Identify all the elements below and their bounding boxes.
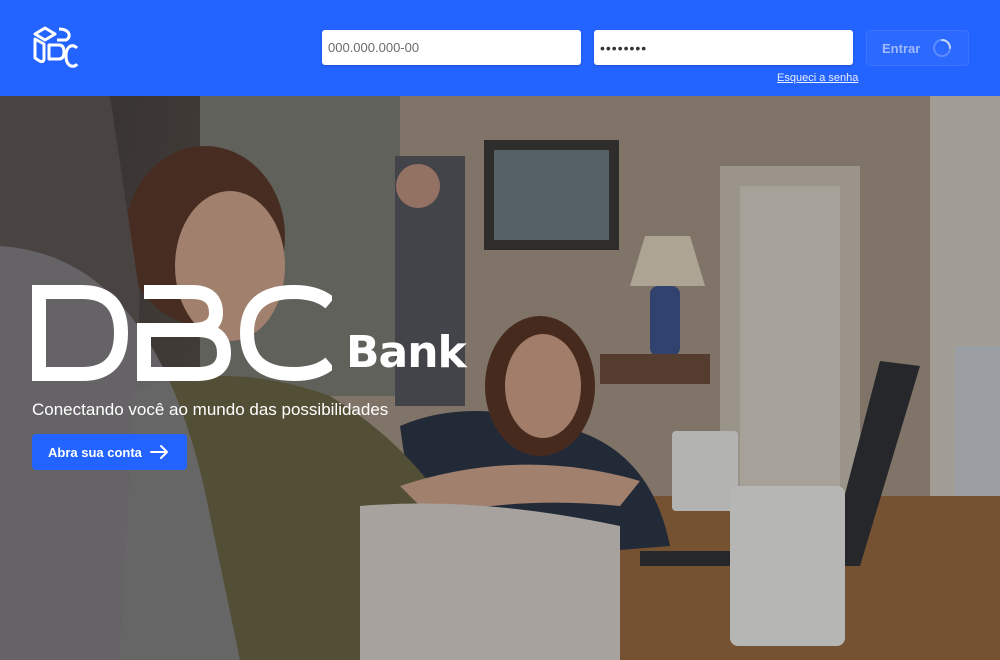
brand-bank-text: Bank	[346, 327, 467, 378]
enter-button[interactable]: Entrar	[866, 30, 969, 66]
spinner-icon	[933, 39, 952, 57]
hero-section: Bank Conectando você ao mundo das possib…	[0, 96, 1000, 660]
enter-button-label: Entrar	[882, 40, 921, 56]
dbc-wordmark	[32, 285, 332, 381]
arrow-right-icon	[149, 445, 168, 459]
cpf-input[interactable]	[322, 30, 581, 65]
open-account-label: Abra sua conta	[48, 444, 142, 460]
dbc-cube-logo-icon[interactable]	[33, 25, 79, 71]
password-input[interactable]	[594, 30, 853, 65]
hero-tagline: Conectando você ao mundo das possibilida…	[32, 400, 389, 419]
brand-logo: Bank	[32, 285, 467, 381]
forgot-password-link[interactable]: Esqueci a senha	[777, 72, 858, 84]
top-header: Esqueci a senha Entrar	[0, 0, 1000, 96]
open-account-button[interactable]: Abra sua conta	[32, 434, 187, 470]
